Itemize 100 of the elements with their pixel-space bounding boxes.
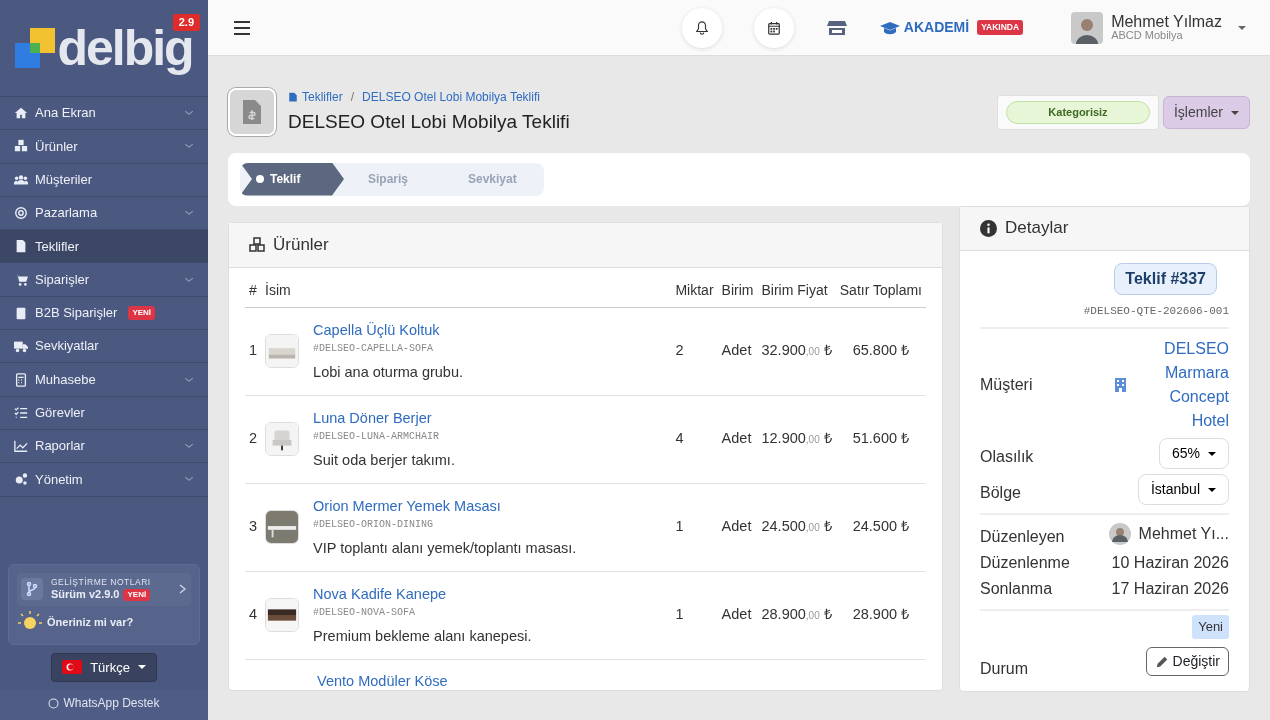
coming-soon-badge: YAKINDA bbox=[977, 20, 1024, 35]
quantity-text: 1 bbox=[675, 518, 684, 535]
calendar-button[interactable] bbox=[753, 7, 794, 48]
release-notes-link[interactable]: GELİŞTİRME NOTLARI Sürüm v2.9.0 YENİ bbox=[17, 573, 191, 606]
sidebar-item[interactable]: Siparişler bbox=[0, 263, 208, 297]
calendar-icon bbox=[766, 20, 781, 35]
breadcrumb-link[interactable]: DELSEO Otel Lobi Mobilya Teklifi bbox=[362, 88, 540, 106]
calculator-icon bbox=[14, 372, 28, 387]
store-icon bbox=[826, 20, 847, 37]
menu-icon bbox=[233, 20, 251, 37]
unit-text: Adet bbox=[721, 342, 752, 359]
product-link[interactable]: Vento Modüler Köse bbox=[317, 671, 448, 690]
field-label: Düzenlenme bbox=[980, 553, 1070, 573]
release-notes-title: GELİŞTİRME NOTLARI bbox=[51, 577, 151, 588]
column-header: Miktar bbox=[671, 267, 718, 307]
row-number: 2 bbox=[249, 430, 258, 447]
info-icon bbox=[980, 219, 997, 237]
document-icon bbox=[288, 91, 298, 103]
field-label: Düzenleyen bbox=[980, 527, 1065, 547]
sidebar-item[interactable]: Ürünler bbox=[0, 130, 208, 164]
field-label: Durum bbox=[980, 658, 1028, 679]
column-header: # bbox=[245, 267, 262, 307]
unit-text: Adet bbox=[721, 606, 752, 623]
home-icon bbox=[14, 106, 28, 121]
sidebar-item[interactable]: Raporlar bbox=[0, 429, 208, 464]
product-link[interactable]: Orion Mermer Yemek Masası bbox=[313, 496, 501, 515]
product-sku: #DELSEO-LUNA-ARMCHAIR bbox=[313, 430, 441, 444]
flag-icon bbox=[62, 660, 83, 675]
breadcrumb-separator: / bbox=[350, 89, 355, 106]
product-sku: #DELSEO-NOVA-SOFA bbox=[313, 606, 417, 620]
card-title: Detaylar bbox=[1005, 217, 1069, 240]
unit-price: 12.900,00 ₺ bbox=[761, 430, 832, 447]
line-total: 65.800 ₺ bbox=[852, 342, 910, 359]
academy-link[interactable]: AKADEMİ YAKINDA bbox=[879, 17, 1024, 38]
customer-link[interactable]: DELSEO Marmara Concept Hotel bbox=[1154, 337, 1229, 433]
company-name: ABCD Mobilya bbox=[1111, 30, 1184, 41]
quote-badge: Teklif #337 bbox=[1114, 262, 1217, 295]
field-label: Olasılık bbox=[980, 447, 1034, 467]
sidebar-item[interactable]: Görevler bbox=[0, 396, 208, 430]
product-sku: #DELSEO-ORION-DINING bbox=[313, 518, 435, 532]
line-total: 51.600 ₺ bbox=[852, 430, 910, 447]
sidebar-item[interactable]: Teklifler bbox=[0, 230, 208, 264]
invoice-icon bbox=[241, 99, 263, 126]
language-dropdown[interactable]: Türkçe bbox=[51, 652, 157, 682]
new-badge: YENİ bbox=[123, 588, 151, 601]
users-icon bbox=[14, 172, 28, 187]
product-link[interactable]: Capella Üçlü Koltuk bbox=[313, 320, 440, 339]
date-text: 17 Haziran 2026 bbox=[1111, 579, 1229, 599]
whatsapp-link[interactable]: WhatsApp Destek bbox=[0, 690, 208, 720]
unit-text: Adet bbox=[721, 518, 752, 535]
product-description: Premium bekleme alanı kanepesi. bbox=[313, 627, 532, 646]
target-icon bbox=[14, 206, 28, 221]
row-number: 3 bbox=[249, 518, 258, 535]
suggestion-link[interactable]: Öneriniz mi var? bbox=[47, 614, 134, 631]
new-badge: YENİ bbox=[128, 305, 156, 320]
status-badge: Yeni bbox=[1192, 615, 1229, 639]
user-name: Mehmet Yı... bbox=[1138, 524, 1229, 544]
product-description: Suit oda berjer takımı. bbox=[313, 451, 455, 470]
step-tab[interactable]: Teklif bbox=[240, 162, 344, 196]
quantity-text: 4 bbox=[675, 430, 684, 447]
product-link[interactable]: Nova Kadife Kanepe bbox=[313, 584, 447, 603]
select-dropdown[interactable]: 65% bbox=[1158, 437, 1229, 469]
cubes-icon bbox=[14, 139, 28, 154]
breadcrumb-link[interactable]: Teklifler bbox=[288, 88, 343, 106]
unit-price: 24.500,00 ₺ bbox=[761, 518, 832, 535]
bell-icon bbox=[694, 20, 709, 35]
page-title: DELSEO Otel Lobi Mobilya Teklifi bbox=[288, 110, 570, 134]
product-description: Lobi ana oturma grubu. bbox=[313, 363, 463, 382]
product-description: VIP toplantı alanı yemek/toplantı masası. bbox=[313, 539, 577, 558]
column-header: Birim Fiyat bbox=[757, 267, 836, 307]
sidebar-item[interactable]: Ana Ekran bbox=[0, 97, 208, 131]
change-button[interactable]: Değiştir bbox=[1145, 647, 1229, 676]
unit-text: Adet bbox=[721, 430, 752, 447]
dot-icon bbox=[256, 175, 264, 183]
product-link[interactable]: Luna Döner Berjer bbox=[313, 408, 432, 427]
line-total: 24.500 ₺ bbox=[852, 518, 910, 535]
row-number: 1 bbox=[249, 342, 258, 359]
sidebar-item[interactable]: Sevkiyatlar bbox=[0, 330, 208, 364]
user-name: Mehmet Yılmaz bbox=[1111, 14, 1222, 30]
field-label: Müşteri bbox=[980, 375, 1033, 395]
actions-button[interactable]: İşlemler bbox=[1163, 95, 1250, 129]
select-dropdown[interactable]: İstanbul bbox=[1137, 473, 1229, 505]
branch-icon bbox=[21, 578, 43, 601]
sidebar-item[interactable]: Müşteriler bbox=[0, 163, 208, 197]
line-total: 28.900 ₺ bbox=[852, 606, 910, 623]
notifications-button[interactable] bbox=[681, 7, 722, 48]
column-header: Satır Toplamı bbox=[835, 267, 926, 307]
checklist-icon bbox=[14, 405, 28, 420]
sidebar-item[interactable]: B2B Siparişler YENİ bbox=[0, 296, 208, 331]
card-title: Ürünler bbox=[273, 233, 329, 256]
building-icon bbox=[1115, 378, 1126, 392]
chart-icon bbox=[14, 439, 28, 454]
user-menu[interactable]: Mehmet Yılmaz ABCD Mobilya bbox=[1071, 11, 1246, 44]
field-label: Bölge bbox=[980, 483, 1021, 503]
sidebar-item[interactable]: Yönetim bbox=[0, 463, 208, 497]
cubes-icon bbox=[249, 236, 265, 253]
column-header: Birim bbox=[717, 267, 758, 307]
quantity-text: 2 bbox=[675, 342, 684, 359]
chevron-right-icon bbox=[179, 584, 187, 595]
sidebar-item[interactable]: Muhasebe bbox=[0, 363, 208, 397]
